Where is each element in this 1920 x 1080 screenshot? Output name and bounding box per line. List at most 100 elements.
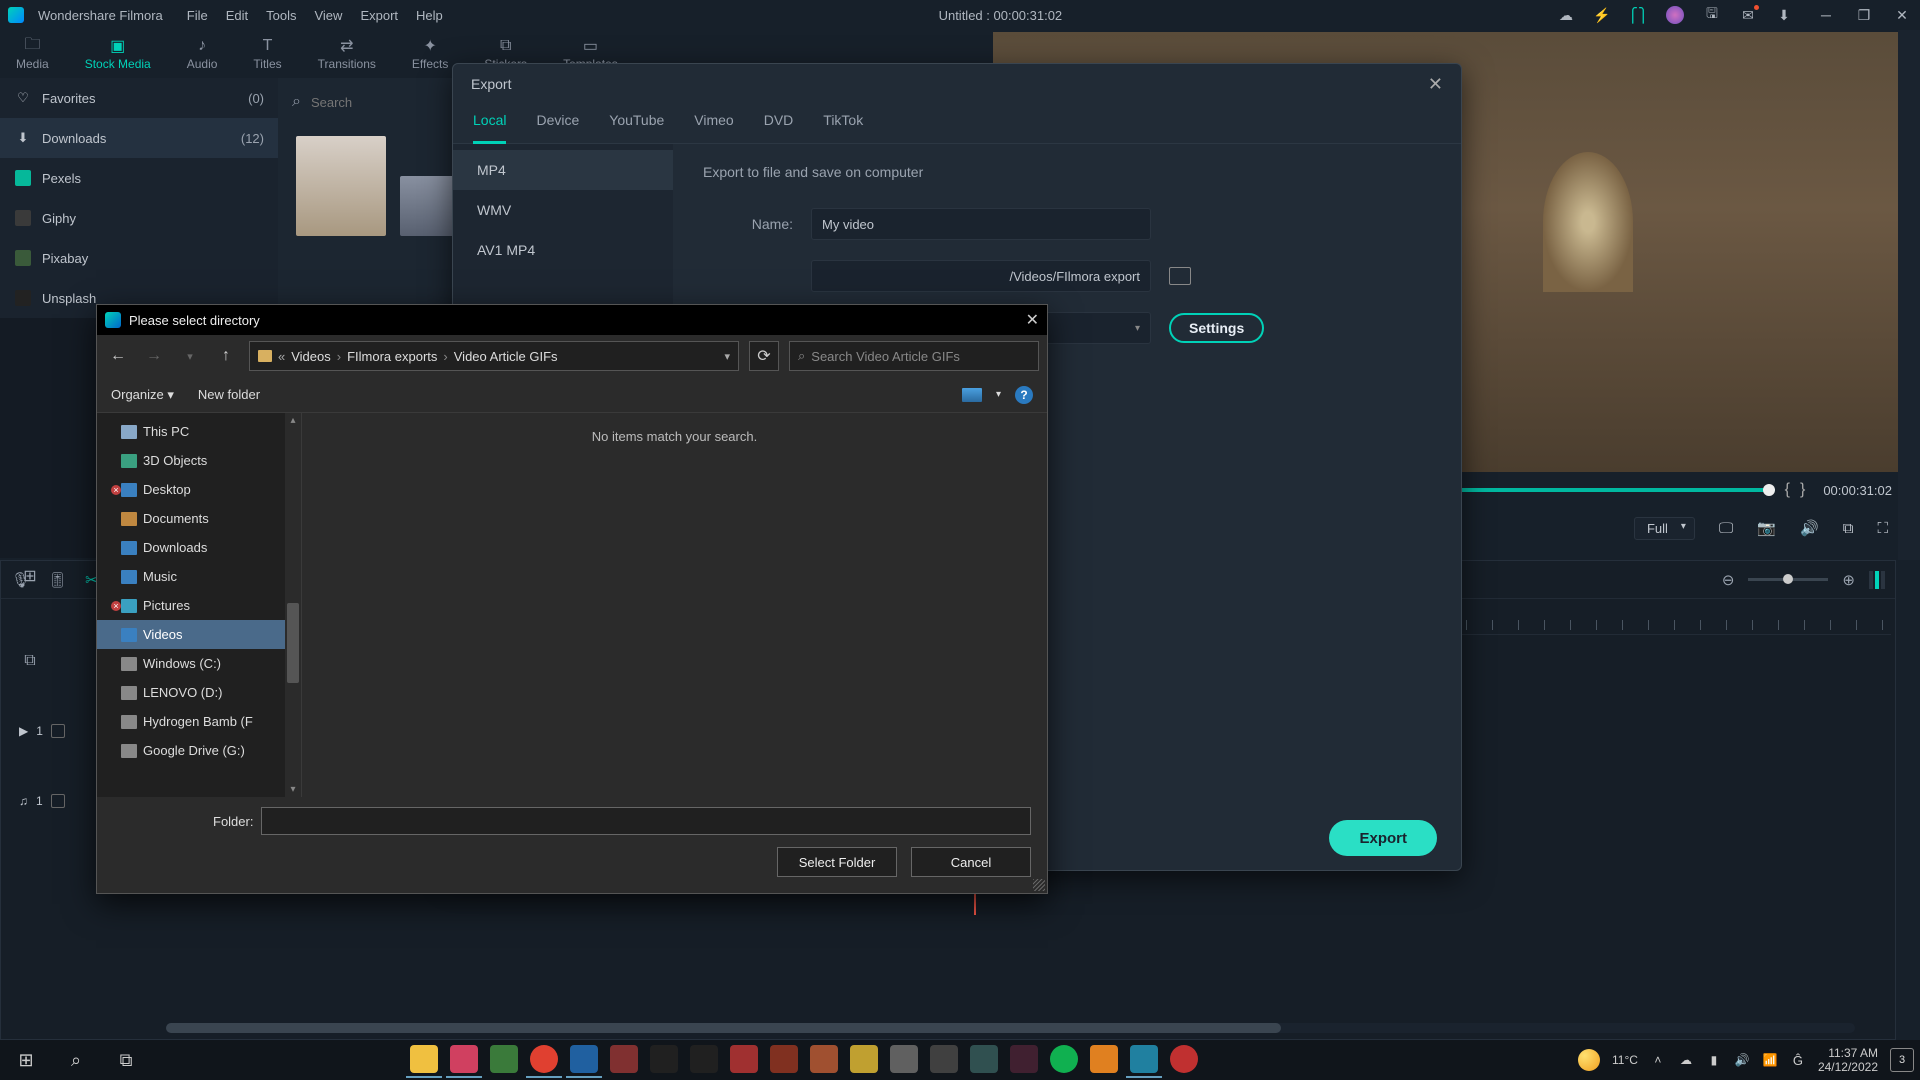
taskbar-clock[interactable]: 11:37 AM 24/12/2022 xyxy=(1818,1046,1878,1074)
taskbar-app[interactable] xyxy=(1166,1042,1202,1078)
view-mode-icon[interactable] xyxy=(962,388,982,402)
resize-grip[interactable] xyxy=(1033,879,1045,891)
taskbar-app[interactable] xyxy=(1126,1042,1162,1078)
taskbar-app[interactable] xyxy=(886,1042,922,1078)
directory-search[interactable]: ⌕ Search Video Article GIFs xyxy=(789,341,1039,371)
tree-item-music[interactable]: Music xyxy=(97,562,301,591)
taskbar-app[interactable] xyxy=(526,1042,562,1078)
menu-edit[interactable]: Edit xyxy=(226,8,248,23)
minimize-button[interactable]: ─ xyxy=(1816,7,1836,24)
new-folder-button[interactable]: New folder xyxy=(198,387,260,402)
save-icon[interactable]: 🖫 xyxy=(1704,7,1720,23)
sidebar-item-downloads[interactable]: Downloads(12) xyxy=(0,118,278,158)
format-av1-mp4[interactable]: AV1 MP4 xyxy=(453,230,673,270)
format-mp4[interactable]: MP4 xyxy=(453,150,673,190)
taskbar-app[interactable] xyxy=(486,1042,522,1078)
volume-tray-icon[interactable]: 🔊 xyxy=(1734,1052,1750,1068)
breadcrumb-segment[interactable]: Video Article GIFs xyxy=(454,349,558,364)
format-wmv[interactable]: WMV xyxy=(453,190,673,230)
select-folder-button[interactable]: Select Folder xyxy=(777,847,897,877)
breadcrumb-segment[interactable]: Videos xyxy=(291,349,331,364)
module-tab-audio[interactable]: ♪Audio xyxy=(187,37,218,71)
close-button[interactable]: ✕ xyxy=(1892,7,1912,24)
download-update-icon[interactable]: ⬇ xyxy=(1776,7,1792,23)
timeline-scrollbar[interactable] xyxy=(166,1023,1855,1033)
directory-content[interactable]: No items match your search. xyxy=(302,413,1047,797)
tree-item-videos[interactable]: Videos xyxy=(97,620,301,649)
nav-back-icon[interactable]: ← xyxy=(105,347,131,365)
sidebar-item-pixabay[interactable]: Pixabay xyxy=(0,238,278,278)
mark-in-icon[interactable]: { xyxy=(1785,481,1790,499)
taskbar-app[interactable] xyxy=(846,1042,882,1078)
module-tab-effects[interactable]: ✦Effects xyxy=(412,37,448,71)
menu-help[interactable]: Help xyxy=(416,8,443,23)
browse-folder-icon[interactable] xyxy=(1169,267,1191,285)
volume-icon[interactable]: 🔊 xyxy=(1800,519,1819,537)
tree-item-this-pc[interactable]: This PC xyxy=(97,417,301,446)
export-saveto-input[interactable]: /Videos/FIlmora export xyxy=(811,260,1151,292)
export-tab-device[interactable]: Device xyxy=(536,104,579,143)
directory-help-icon[interactable]: ? xyxy=(1015,386,1033,404)
taskbar-app[interactable] xyxy=(926,1042,962,1078)
lock-icon[interactable] xyxy=(51,724,65,738)
menu-tools[interactable]: Tools xyxy=(266,8,296,23)
menu-view[interactable]: View xyxy=(314,8,342,23)
sidebar-item-pexels[interactable]: Pexels xyxy=(0,158,278,198)
taskbar-search-icon[interactable]: ⌕ xyxy=(56,1040,96,1080)
export-confirm-button[interactable]: Export xyxy=(1329,820,1437,856)
tree-item-google-drive-g-[interactable]: Google Drive (G:) xyxy=(97,736,301,765)
tool-layers-icon[interactable]: ⧉ xyxy=(24,652,35,670)
breadcrumb-dropdown-icon[interactable]: ▾ xyxy=(724,350,730,363)
export-tab-vimeo[interactable]: Vimeo xyxy=(694,104,733,143)
maximize-button[interactable]: ❐ xyxy=(1854,7,1874,24)
taskbar-app[interactable] xyxy=(1006,1042,1042,1078)
preview-quality-dropdown[interactable]: Full xyxy=(1634,517,1695,540)
tree-scrollbar[interactable]: ▴ ▾ xyxy=(285,413,301,797)
module-tab-media[interactable]: 🗀Media xyxy=(16,37,49,71)
export-tab-local[interactable]: Local xyxy=(473,104,506,143)
headset-icon[interactable]: ⎧⎫ xyxy=(1630,7,1646,23)
tree-item-desktop[interactable]: Desktop xyxy=(97,475,301,504)
scrollbar-thumb[interactable] xyxy=(166,1023,1281,1033)
weather-icon[interactable] xyxy=(1578,1049,1600,1071)
tree-item-downloads[interactable]: Downloads xyxy=(97,533,301,562)
notifications-button[interactable]: 3 xyxy=(1890,1048,1914,1072)
export-name-input[interactable]: My video xyxy=(811,208,1151,240)
sidebar-item-giphy[interactable]: Giphy xyxy=(0,198,278,238)
taskbar-app[interactable] xyxy=(1086,1042,1122,1078)
start-button[interactable]: ⊞ xyxy=(6,1040,46,1080)
taskbar-app[interactable] xyxy=(686,1042,722,1078)
zoom-in-icon[interactable]: ⊕ xyxy=(1842,571,1855,589)
export-settings-button[interactable]: Settings xyxy=(1169,313,1264,343)
export-tab-dvd[interactable]: DVD xyxy=(764,104,794,143)
taskbar-app[interactable] xyxy=(606,1042,642,1078)
breadcrumb[interactable]: «Videos›FIlmora exports›Video Article GI… xyxy=(249,341,739,371)
module-tab-stock-media[interactable]: ▣Stock Media xyxy=(85,37,151,71)
tray-chevron-icon[interactable]: ˄ xyxy=(1650,1052,1666,1068)
taskbar-app[interactable] xyxy=(966,1042,1002,1078)
sidebar-item-favorites[interactable]: Favorites(0) xyxy=(0,78,278,118)
tree-item-3d-objects[interactable]: 3D Objects xyxy=(97,446,301,475)
cancel-button[interactable]: Cancel xyxy=(911,847,1031,877)
language-icon[interactable]: Ĝ xyxy=(1790,1052,1806,1068)
nav-forward-icon[interactable]: → xyxy=(141,347,167,365)
mark-out-icon[interactable]: } xyxy=(1800,481,1805,499)
taskbar-app[interactable] xyxy=(646,1042,682,1078)
display-icon[interactable]: 🖵 xyxy=(1719,520,1733,537)
battery-icon[interactable]: ▮ xyxy=(1706,1052,1722,1068)
media-thumb[interactable] xyxy=(296,136,386,236)
lightbulb-icon[interactable]: ⚡ xyxy=(1594,7,1610,23)
folder-input[interactable] xyxy=(261,807,1031,835)
task-view-icon[interactable]: ⧉ xyxy=(106,1040,146,1080)
lock-icon[interactable] xyxy=(51,794,65,808)
breadcrumb-segment[interactable]: FIlmora exports xyxy=(347,349,437,364)
menu-export[interactable]: Export xyxy=(360,8,398,23)
taskbar-app[interactable] xyxy=(566,1042,602,1078)
tree-scroll-thumb[interactable] xyxy=(287,603,299,683)
timeline-zoom-slider[interactable] xyxy=(1748,578,1828,581)
taskbar-app[interactable] xyxy=(806,1042,842,1078)
tree-item-documents[interactable]: Documents xyxy=(97,504,301,533)
refresh-button[interactable]: ⟳ xyxy=(749,341,779,371)
directory-close-button[interactable]: ✕ xyxy=(1026,310,1039,330)
taskbar-app[interactable] xyxy=(1046,1042,1082,1078)
